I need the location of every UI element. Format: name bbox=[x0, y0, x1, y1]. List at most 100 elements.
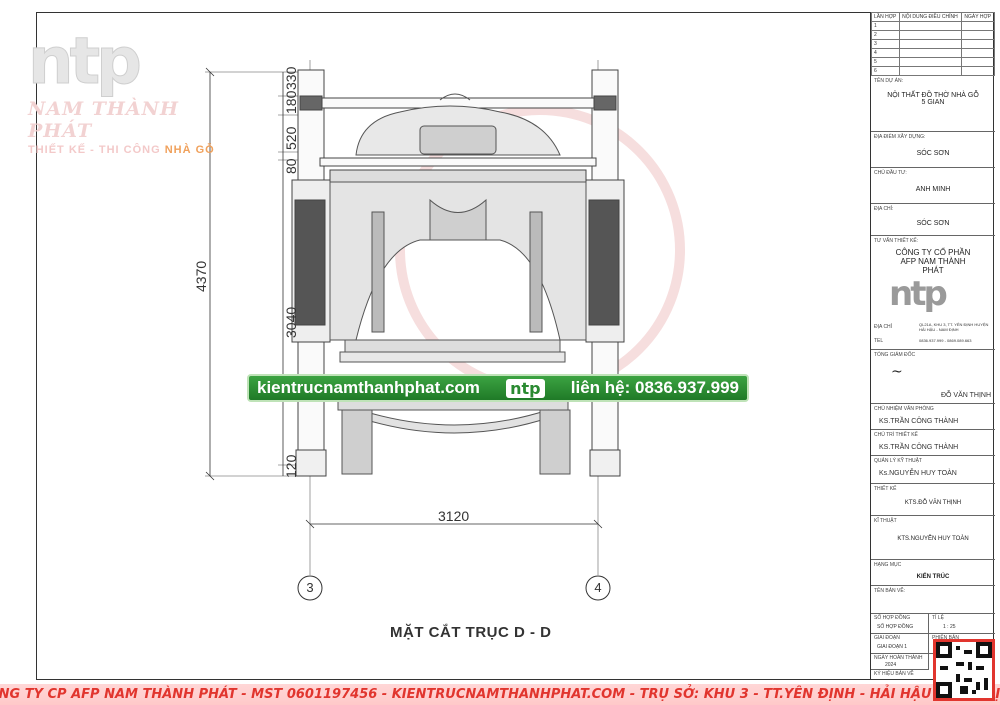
banner-mini-logo: ntp bbox=[506, 378, 545, 398]
consultant-label: TƯ VẤN THIẾT KẾ: bbox=[874, 238, 919, 244]
director-label: TỔNG GIÁM ĐỐC bbox=[874, 352, 916, 358]
qr-code[interactable] bbox=[933, 639, 995, 701]
altar-table bbox=[337, 339, 571, 475]
axis-label-3: 3 bbox=[306, 580, 314, 595]
revision-number: 6 bbox=[870, 66, 901, 76]
design-lead-label: CHỦ TRÌ THIẾT KẾ bbox=[874, 432, 918, 438]
phase-value: GIAI ĐOẠN 1 bbox=[877, 644, 908, 650]
dim-overall-height: 4370 bbox=[193, 260, 209, 292]
design-lead-value: KS.TRẦN CÔNG THÀNH bbox=[879, 444, 959, 451]
dim-3040: 3040 bbox=[283, 306, 299, 338]
phase-label: GIAI ĐOẠN bbox=[874, 635, 900, 641]
dim-80: 80 bbox=[283, 158, 299, 174]
contract-cell: SỐ HỢP ĐỒNG SỐ HỢP ĐỒNG bbox=[871, 614, 929, 634]
project-label: TÊN DỰ ÁN: bbox=[874, 78, 903, 84]
dim-520: 520 bbox=[283, 126, 299, 150]
revision-row: 5 bbox=[870, 57, 995, 67]
location-label: ĐỊA ĐIỂM XÂY DỰNG: bbox=[874, 134, 926, 140]
phone-value: 0836.937.999 - 0869.089.663 bbox=[919, 338, 972, 343]
website-banner[interactable]: kientrucnamthanhphat.com ntp liên hệ: 08… bbox=[247, 374, 749, 402]
designer-value: KTS.ĐỖ VĂN THỊNH bbox=[904, 500, 962, 506]
company-address-label: ĐỊA CHỈ bbox=[874, 324, 893, 330]
revision-number: 5 bbox=[870, 57, 901, 67]
location-value: SÓC SƠN bbox=[916, 150, 950, 157]
designer-label: THIẾT KẾ bbox=[874, 486, 897, 492]
title-block: LẦN HỢP NỘI DUNG ĐIỀU CHỈNH NGÀY HỢP 1 2… bbox=[870, 12, 995, 680]
category-cell: HẠNG MỤC KIẾN TRÚC bbox=[871, 560, 995, 586]
revision-header: LẦN HỢP bbox=[870, 12, 901, 22]
investor-value: ANH MINH bbox=[915, 186, 951, 193]
address-label: ĐỊA CHỈ: bbox=[874, 206, 894, 212]
section-title: MẶT CẮT TRỤC D - D bbox=[390, 624, 552, 641]
revision-header: NGÀY HỢP bbox=[961, 12, 995, 22]
phone-label: TEL bbox=[874, 338, 884, 344]
completion-label: NGÀY HOÀN THÀNH bbox=[874, 655, 923, 661]
qc-label: QUẢN LÝ KỸ THUẬT bbox=[874, 458, 922, 464]
dim-120: 120 bbox=[283, 454, 299, 478]
project-cell: TÊN DỰ ÁN: NỘI THẤT ĐỒ THỜ NHÀ GỖ 5 GIAN bbox=[871, 76, 995, 132]
contract-label: SỐ HỢP ĐỒNG bbox=[874, 615, 911, 621]
revision-number: 2 bbox=[870, 30, 901, 40]
logo-tagline-prefix: THIẾT KẾ - THI CÔNG bbox=[28, 144, 161, 156]
company-address-value: QL21A, KHU 3, TT. YÊN ĐỊNH HUYỆN HẢI HẬU… bbox=[919, 322, 989, 332]
director-cell: TỔNG GIÁM ĐỐC ~ ĐỖ VĂN THỊNH bbox=[871, 350, 995, 404]
dim-180: 180 bbox=[283, 90, 299, 114]
logo-brand-mark: ntp bbox=[28, 25, 143, 99]
logo-company-name: NAM THÀNH PHÁT bbox=[28, 98, 179, 142]
consultant-value: CÔNG TY CỔ PHẦN AFP NAM THÀNH PHÁT bbox=[895, 248, 971, 275]
technician-label: KĨ THUẬT bbox=[874, 518, 897, 524]
revision-table: LẦN HỢP NỘI DUNG ĐIỀU CHỈNH NGÀY HỢP 1 2… bbox=[870, 12, 995, 76]
axis-bubbles bbox=[297, 575, 611, 601]
revision-header-row: LẦN HỢP NỘI DUNG ĐIỀU CHỈNH NGÀY HỢP bbox=[870, 12, 995, 22]
designer-cell: THIẾT KẾ KTS.ĐỖ VĂN THỊNH bbox=[871, 484, 995, 516]
phase-cell: GIAI ĐOẠN GIAI ĐOẠN 1 bbox=[871, 634, 929, 654]
location-cell: ĐỊA ĐIỂM XÂY DỰNG: SÓC SƠN bbox=[871, 132, 995, 168]
category-label: HẠNG MỤC bbox=[874, 562, 902, 568]
symbol-label: KÝ HIỆU BẢN VẼ bbox=[874, 671, 914, 677]
office-head-label: CHỦ NHIỆM VĂN PHÒNG bbox=[874, 406, 934, 412]
logo-tagline: THIẾT KẾ - THI CÔNG NHÀ GỖ bbox=[28, 144, 238, 156]
revision-number: 1 bbox=[870, 21, 901, 31]
revision-number: 3 bbox=[870, 39, 901, 49]
dim-330: 330 bbox=[283, 66, 299, 90]
scale-cell: TỈ LỆ 1 : 25 bbox=[929, 614, 995, 634]
category-value: KIẾN TRÚC bbox=[916, 574, 950, 580]
banner-website[interactable]: kientrucnamthanhphat.com bbox=[257, 378, 480, 398]
qc-value: Ks.NGUYỄN HUY TOÀN bbox=[879, 470, 957, 477]
revision-row: 1 bbox=[870, 21, 995, 31]
scale-value: 1 : 25 bbox=[943, 624, 956, 630]
revision-row: 2 bbox=[870, 30, 995, 40]
banner-contact: liên hệ: 0836.937.999 bbox=[570, 378, 739, 397]
design-lead-cell: CHỦ TRÌ THIẾT KẾ KS.TRẦN CÔNG THÀNH bbox=[871, 430, 995, 456]
office-head-value: KS.TRẦN CÔNG THÀNH bbox=[879, 418, 959, 425]
logo-tagline-highlight: NHÀ GỖ bbox=[164, 144, 215, 156]
footer-banner: CÔNG TY CP AFP NAM THÀNH PHÁT - MST 0601… bbox=[0, 684, 1000, 705]
address-cell: ĐỊA CHỈ: SÓC SƠN bbox=[871, 204, 995, 236]
revision-header: NỘI DUNG ĐIỀU CHỈNH bbox=[899, 12, 963, 22]
technician-cell: KĨ THUẬT KTS.NGUYỄN HUY TOÀN bbox=[871, 516, 995, 560]
company-logo: ntp NAM THÀNH PHÁT THIẾT KẾ - THI CÔNG N… bbox=[28, 25, 238, 157]
title-block-logo: ntp bbox=[889, 274, 948, 314]
office-head-cell: CHỦ NHIỆM VĂN PHÒNG KS.TRẦN CÔNG THÀNH bbox=[871, 404, 995, 430]
investor-label: CHỦ ĐẦU TƯ: bbox=[874, 170, 907, 176]
investor-cell: CHỦ ĐẦU TƯ: ANH MINH bbox=[871, 168, 995, 204]
scale-label: TỈ LỆ bbox=[932, 615, 944, 621]
drawing-name-cell: TÊN BẢN VẼ: bbox=[871, 586, 995, 614]
director-value: ĐỖ VĂN THỊNH bbox=[940, 392, 991, 399]
drawing-name-label: TÊN BẢN VẼ: bbox=[874, 588, 906, 594]
completion-value: 2024 bbox=[885, 662, 897, 668]
axis-label-4: 4 bbox=[594, 580, 602, 595]
technician-value: KTS.NGUYỄN HUY TOÀN bbox=[897, 536, 969, 542]
carved-panels bbox=[329, 181, 587, 341]
revision-row: 3 bbox=[870, 39, 995, 49]
director-signature: ~ bbox=[891, 364, 903, 380]
qr-code-pattern bbox=[936, 642, 992, 698]
contract-value: SỐ HỢP ĐỒNG bbox=[877, 624, 914, 630]
revision-number: 4 bbox=[870, 48, 901, 58]
revision-row: 6 bbox=[870, 66, 995, 76]
project-value: NỘI THẤT ĐỒ THỜ NHÀ GỖ 5 GIAN bbox=[887, 92, 979, 106]
address-value: SÓC SƠN bbox=[916, 220, 950, 227]
symbol-cell: KÝ HIỆU BẢN VẼ bbox=[871, 670, 929, 680]
dim-width: 3120 bbox=[438, 508, 470, 524]
revision-row: 4 bbox=[870, 48, 995, 58]
